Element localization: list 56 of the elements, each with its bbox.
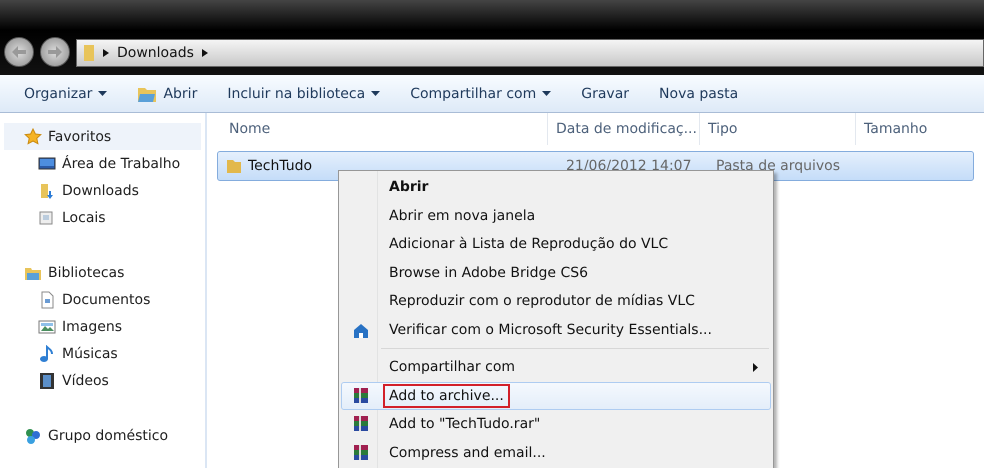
back-button[interactable] — [4, 37, 34, 67]
menu-item[interactable]: Verificar com o Microsoft Security Essentials... — [341, 316, 771, 344]
toolbar-button[interactable]: Incluir na biblioteca — [217, 82, 390, 106]
back-arrow-icon — [12, 46, 26, 58]
menu-item[interactable]: Compartilhar com — [341, 353, 771, 382]
toolbar-button[interactable]: Nova pasta — [649, 82, 748, 106]
sidebar-item[interactable]: Imagens — [0, 313, 205, 340]
column-header[interactable]: Data de modificaç... — [547, 113, 699, 145]
sidebar-item[interactable]: Músicas — [0, 340, 205, 367]
sidebar-item[interactable]: Locais — [0, 204, 205, 231]
homegroup-icon — [24, 426, 42, 444]
forward-button[interactable] — [40, 37, 70, 67]
breadcrumb[interactable]: Downloads — [117, 45, 194, 61]
submenu-arrow-icon — [753, 362, 758, 372]
caret-icon — [371, 91, 380, 96]
desktop-icon — [38, 154, 56, 172]
menu-item[interactable]: Adicionar à Lista de Reprodução do VLC — [341, 230, 771, 258]
address-bar[interactable]: Downloads — [76, 39, 984, 67]
film-icon — [38, 372, 56, 390]
toolbar-button[interactable]: Organizar — [14, 82, 118, 106]
modified-date: 21/06/2012 14:07 — [566, 158, 692, 174]
image-icon — [38, 318, 56, 336]
sidebar-item[interactable]: Downloads — [0, 177, 205, 204]
sidebar-item[interactable]: Vídeos — [0, 367, 205, 394]
caret-icon — [542, 91, 552, 96]
chevron-icon — [202, 49, 208, 57]
sidebar-item[interactable]: Favoritos — [4, 123, 201, 150]
menu-item[interactable]: Reproduzir com o reprodutor de mídias VLC — [341, 287, 771, 316]
file-name: TechTudo — [248, 158, 312, 174]
sidebar-item[interactable]: Bibliotecas — [0, 259, 205, 286]
folder-icon — [226, 158, 242, 174]
folder-icon — [83, 44, 95, 62]
music-note-icon — [38, 344, 56, 362]
menu-item[interactable]: Add to "TechTudo.rar" — [341, 410, 771, 438]
forward-arrow-icon — [48, 46, 62, 58]
toolbar-button[interactable]: Compartilhar com — [400, 82, 562, 106]
toolbar-button[interactable]: Abrir — [127, 80, 208, 106]
menu-item[interactable]: Add to archive... — [341, 382, 771, 410]
books-stack-icon — [352, 386, 370, 405]
caret-icon — [98, 91, 108, 96]
books-stack-icon — [352, 415, 370, 434]
menu-item[interactable]: Abrir em nova janela — [341, 202, 771, 230]
sidebar-item[interactable]: Grupo doméstico — [0, 422, 205, 449]
sidebar-item[interactable]: Documentos — [0, 286, 205, 313]
books-stack-icon — [352, 444, 370, 462]
menu-item[interactable]: Browse in Adobe Bridge CS6 — [341, 258, 771, 287]
file-type: Pasta de arquivos — [716, 158, 840, 174]
folder-download-icon — [38, 182, 56, 200]
sidebar-item[interactable]: Área de Trabalho — [0, 150, 205, 177]
column-header[interactable]: Nome — [207, 113, 547, 145]
menu-item[interactable]: Compress and email... — [341, 438, 771, 467]
star-icon — [24, 128, 42, 146]
toolbar-button[interactable]: Gravar — [571, 82, 640, 106]
column-header[interactable]: Tipo — [699, 113, 855, 145]
column-header[interactable]: Tamanho — [855, 113, 965, 145]
chevron-icon — [103, 49, 109, 57]
